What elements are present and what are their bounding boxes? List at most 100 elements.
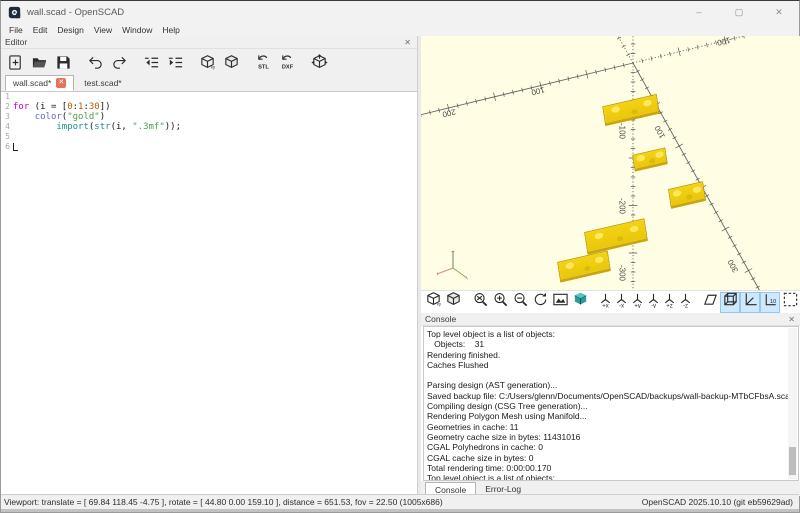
code-token: )); xyxy=(165,122,181,132)
zoom-in-icon xyxy=(492,291,509,313)
svg-text:xy: xy xyxy=(436,302,441,307)
tab-close-icon[interactable]: ✕ xyxy=(56,78,66,88)
menu-file[interactable]: File xyxy=(4,25,28,35)
view-minus-z-button[interactable]: -z xyxy=(677,292,693,313)
menu-window[interactable]: Window xyxy=(117,25,157,35)
indent-icon xyxy=(167,54,184,71)
view-plus-z-icon: +z xyxy=(662,291,677,313)
redo-icon xyxy=(111,54,128,71)
new-file-button[interactable] xyxy=(3,50,27,74)
minimize-button[interactable]: – xyxy=(679,1,719,23)
zoom-all-icon xyxy=(472,291,489,313)
view-plus-z-button[interactable]: +z xyxy=(661,292,677,313)
code-line: 1 xyxy=(1,92,417,102)
menu-edit[interactable]: Edit xyxy=(28,25,53,35)
tab-label: test.scad* xyxy=(84,78,121,88)
zoom-in-button[interactable] xyxy=(490,292,510,313)
menu-help[interactable]: Help xyxy=(157,25,184,35)
view-all-button[interactable] xyxy=(780,292,800,313)
view-all-icon xyxy=(782,291,799,313)
svg-text:-x: -x xyxy=(618,302,623,308)
svg-text:STL: STL xyxy=(258,64,269,70)
editor-dock: Editor ✕ xySTLDXF wall.scad*✕test.scad* … xyxy=(1,36,418,494)
3d-viewport[interactable]: 200100-100100300-100-200-300 xyxy=(421,36,800,290)
colored-render-icon xyxy=(572,291,589,313)
preview-button[interactable]: xy xyxy=(195,50,219,74)
line-number: 4 xyxy=(1,122,13,132)
view-minus-x-icon: -x xyxy=(614,291,629,313)
save-button[interactable] xyxy=(51,50,75,74)
indent-button[interactable] xyxy=(163,50,187,74)
console-line: Geometries in cache: 11 xyxy=(427,422,798,432)
editor-dock-close-icon[interactable]: ✕ xyxy=(404,38,417,47)
screenshot-button[interactable] xyxy=(550,292,570,313)
svg-text:10: 10 xyxy=(770,299,776,305)
console-dock-close-icon[interactable]: ✕ xyxy=(788,315,800,324)
console-scrollbar[interactable] xyxy=(788,328,797,479)
console-dock-header: Console ✕ xyxy=(421,313,800,326)
export-stl-icon: STL xyxy=(255,54,272,71)
console-line: Geometry cache size in bytes: 11431016 xyxy=(427,432,798,442)
view-plus-x-button[interactable]: +x xyxy=(597,292,613,313)
perspective-button[interactable] xyxy=(700,292,720,313)
export-dxf-button[interactable]: DXF xyxy=(275,50,299,74)
minimize-icon: – xyxy=(696,7,701,17)
render-icon xyxy=(223,54,240,71)
open-button[interactable] xyxy=(27,50,51,74)
code-token xyxy=(13,122,56,132)
console-log[interactable]: Top level object is a list of objects: O… xyxy=(423,326,799,481)
console-line xyxy=(427,370,798,380)
show-axes-button[interactable] xyxy=(740,292,760,313)
text-cursor xyxy=(13,143,18,151)
render-button[interactable] xyxy=(443,292,463,313)
show-scale-markers-icon: 10 xyxy=(762,291,779,313)
axis-rulers xyxy=(421,36,800,290)
console-line: Top level object is a list of objects: xyxy=(427,329,798,339)
render-icon xyxy=(445,291,462,313)
main-area: Editor ✕ xySTLDXF wall.scad*✕test.scad* … xyxy=(1,36,799,494)
view-minus-x-button[interactable]: -x xyxy=(613,292,629,313)
colored-render-button[interactable] xyxy=(570,292,590,313)
openscad-logo-icon xyxy=(8,6,21,19)
statusbar: Viewport: translate = [ 69.84 118.45 -4.… xyxy=(1,494,799,512)
code-editor[interactable]: 12for (i = [0:1:30])3 color("gold")4 imp… xyxy=(1,92,417,494)
zoom-all-button[interactable] xyxy=(470,292,490,313)
view-plus-y-button[interactable]: +y xyxy=(629,292,645,313)
preview-icon: xy xyxy=(425,291,442,313)
redo-button[interactable] xyxy=(107,50,131,74)
reset-view-button[interactable] xyxy=(530,292,550,313)
console-line: CGAL cache size in bytes: 0 xyxy=(427,453,798,463)
show-scale-markers-button[interactable]: 10 xyxy=(760,292,780,313)
save-icon xyxy=(55,54,72,71)
right-panel: 200100-100100300-100-200-300 xy +x -x +y-y+… xyxy=(421,36,800,494)
line-number: 2 xyxy=(1,102,13,112)
code-token: (i, xyxy=(111,122,133,132)
maximize-button[interactable]: ▢ xyxy=(719,1,759,23)
editor-tab-testscad[interactable]: test.scad* xyxy=(77,75,128,91)
line-number: 3 xyxy=(1,112,13,122)
unindent-button[interactable] xyxy=(139,50,163,74)
version-status-text: OpenSCAD 2025.10.10 (git eb59629ad) xyxy=(642,497,793,507)
reset-view-icon xyxy=(532,291,549,313)
close-button[interactable]: ✕ xyxy=(759,1,799,23)
render-button[interactable] xyxy=(219,50,243,74)
zoom-out-button[interactable] xyxy=(510,292,530,313)
code-token: for xyxy=(13,102,29,112)
close-icon: ✕ xyxy=(775,7,783,18)
editor-tab-wallscad[interactable]: wall.scad*✕ xyxy=(5,75,74,91)
svg-text:xy: xy xyxy=(210,64,215,69)
export-stl-button[interactable]: STL xyxy=(251,50,275,74)
unindent-icon xyxy=(143,54,160,71)
axis-scale-label: -200 xyxy=(618,198,627,214)
orthographic-button[interactable] xyxy=(720,292,740,313)
new-file-icon xyxy=(7,54,24,71)
preview-button[interactable]: xy xyxy=(423,292,443,313)
view-minus-y-button[interactable]: -y xyxy=(645,292,661,313)
print-3d-button[interactable] xyxy=(307,50,331,74)
menu-view[interactable]: View xyxy=(89,25,117,35)
console-line: Total rendering time: 0:00:00.170 xyxy=(427,463,798,473)
menubar: FileEditDesignViewWindowHelp xyxy=(1,23,799,36)
console-scrollbar-thumb[interactable] xyxy=(789,447,796,475)
menu-design[interactable]: Design xyxy=(52,25,88,35)
undo-button[interactable] xyxy=(83,50,107,74)
